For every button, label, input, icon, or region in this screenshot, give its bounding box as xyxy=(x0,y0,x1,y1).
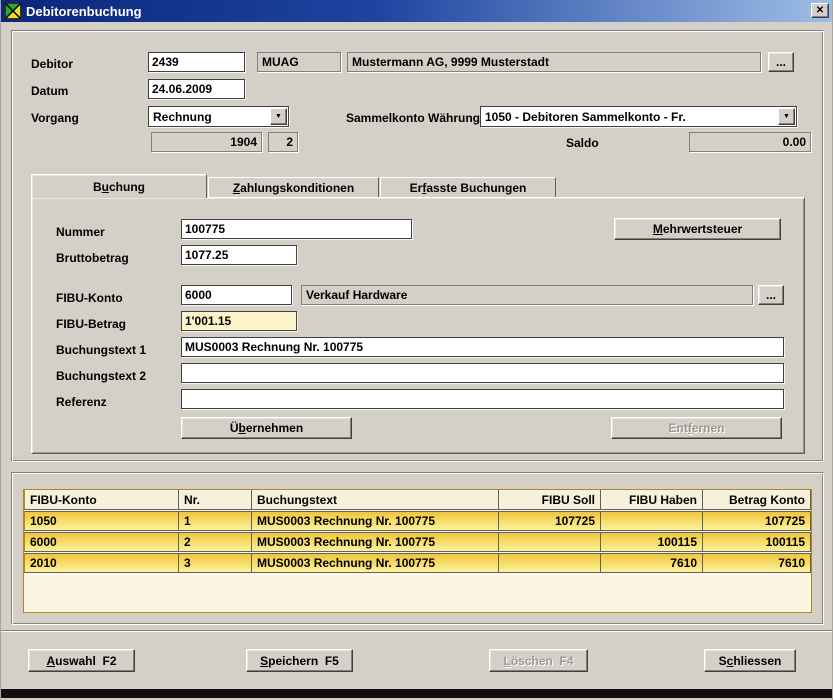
debitorenbuchung-window: Debitorenbuchung ✕ Debitor MUAG Musterma… xyxy=(0,0,833,700)
mehrwertsteuer-button[interactable]: Mehrwertsteuer xyxy=(614,218,781,240)
debitor-nr-input[interactable] xyxy=(148,52,245,72)
title-bar: Debitorenbuchung ✕ xyxy=(1,0,833,22)
fibu-betrag-input[interactable] xyxy=(181,311,297,331)
buchungstext1-label: Buchungstext 1 xyxy=(56,343,146,357)
cell-soll xyxy=(499,553,601,573)
buchungstext2-label: Buchungstext 2 xyxy=(56,369,146,383)
vorgang-value: Rechnung xyxy=(149,110,270,124)
cell-betrag: 7610 xyxy=(703,553,811,573)
bruttobetrag-label: Bruttobetrag xyxy=(56,251,129,265)
speichern-button[interactable]: Speichern F5 xyxy=(246,649,353,672)
col-betrag-konto: Betrag Konto xyxy=(703,490,811,510)
beleg-nr-field: 1904 xyxy=(151,132,262,152)
fibu-konto-browse-button[interactable]: ... xyxy=(758,285,784,305)
beleg-zeile-field: 2 xyxy=(268,132,298,152)
cell-konto: 1050 xyxy=(24,511,179,531)
debitor-name-field: Mustermann AG, 9999 Musterstadt xyxy=(347,52,761,72)
referenz-label: Referenz xyxy=(56,395,107,409)
cell-haben: 7610 xyxy=(601,553,703,573)
col-fibu-konto: FIBU-Konto xyxy=(24,490,179,510)
col-nr: Nr. xyxy=(179,490,252,510)
table-header-row: FIBU-Konto Nr. Buchungstext FIBU Soll FI… xyxy=(24,490,811,510)
tab-zahlungskonditionen[interactable]: Zahlungskonditionen xyxy=(208,177,379,197)
cell-text: MUS0003 Rechnung Nr. 100775 xyxy=(252,532,499,552)
datum-input[interactable] xyxy=(148,79,245,99)
fibu-betrag-label: FIBU-Betrag xyxy=(56,317,126,331)
table-row[interactable]: 6000 2 MUS0003 Rechnung Nr. 100775 10011… xyxy=(24,532,811,552)
col-fibu-soll: FIBU Soll xyxy=(499,490,601,510)
cell-konto: 2010 xyxy=(24,553,179,573)
cell-nr: 2 xyxy=(179,532,252,552)
cell-text: MUS0003 Rechnung Nr. 100775 xyxy=(252,511,499,531)
nummer-input[interactable] xyxy=(181,219,412,239)
col-fibu-haben: FIBU Haben xyxy=(601,490,703,510)
window-title: Debitorenbuchung xyxy=(26,4,142,19)
tab-buchung[interactable]: Buchung xyxy=(31,174,207,198)
fibu-konto-name-field: Verkauf Hardware xyxy=(301,285,753,305)
vorgang-select[interactable]: Rechnung ▼ xyxy=(148,106,289,127)
referenz-input[interactable] xyxy=(181,389,784,409)
cell-betrag: 100115 xyxy=(703,532,811,552)
cell-haben: 100115 xyxy=(601,532,703,552)
footer-divider xyxy=(1,630,833,632)
uebernehmen-button[interactable]: Übernehmen xyxy=(181,417,352,439)
schliessen-button[interactable]: Schliessen xyxy=(704,649,796,672)
buchungstext2-input[interactable] xyxy=(181,363,784,383)
debitor-browse-button[interactable]: ... xyxy=(768,52,794,72)
cell-text: MUS0003 Rechnung Nr. 100775 xyxy=(252,553,499,573)
fibu-konto-label: FIBU-Konto xyxy=(56,291,123,305)
cell-haben xyxy=(601,511,703,531)
sammelkonto-label: Sammelkonto Währung xyxy=(346,111,480,125)
table-row[interactable]: 2010 3 MUS0003 Rechnung Nr. 100775 7610 … xyxy=(24,553,811,573)
cell-betrag: 107725 xyxy=(703,511,811,531)
sammelkonto-select[interactable]: 1050 - Debitoren Sammelkonto - Fr. ▼ xyxy=(480,106,797,127)
table-row[interactable]: 1050 1 MUS0003 Rechnung Nr. 100775 10772… xyxy=(24,511,811,531)
cell-nr: 1 xyxy=(179,511,252,531)
cell-nr: 3 xyxy=(179,553,252,573)
buchungstext1-input[interactable] xyxy=(181,337,784,357)
debitor-label: Debitor xyxy=(31,57,73,71)
chevron-down-icon[interactable]: ▼ xyxy=(270,108,287,125)
chevron-down-icon[interactable]: ▼ xyxy=(778,108,795,125)
window-bottom-edge xyxy=(1,689,833,698)
saldo-field: 0.00 xyxy=(689,132,811,152)
app-icon xyxy=(5,3,21,19)
datum-label: Datum xyxy=(31,84,68,98)
entfernen-button: Entfernen xyxy=(611,417,782,439)
vorgang-label: Vorgang xyxy=(31,111,79,125)
cell-konto: 6000 xyxy=(24,532,179,552)
saldo-label: Saldo xyxy=(566,136,599,150)
auswahl-button[interactable]: Auswahl F2 xyxy=(28,649,135,672)
cell-soll: 107725 xyxy=(499,511,601,531)
bookings-table: FIBU-Konto Nr. Buchungstext FIBU Soll FI… xyxy=(23,489,812,613)
sammelkonto-value: 1050 - Debitoren Sammelkonto - Fr. xyxy=(481,110,778,124)
bruttobetrag-input[interactable] xyxy=(181,245,297,265)
close-icon[interactable]: ✕ xyxy=(811,3,829,18)
tab-erfasste-buchungen[interactable]: Erfasste Buchungen xyxy=(380,177,556,197)
fibu-konto-input[interactable] xyxy=(181,285,292,305)
debitor-code-field: MUAG xyxy=(257,52,341,72)
col-buchungstext: Buchungstext xyxy=(252,490,499,510)
loeschen-button: Löschen F4 xyxy=(489,649,588,672)
cell-soll xyxy=(499,532,601,552)
nummer-label: Nummer xyxy=(56,225,105,239)
